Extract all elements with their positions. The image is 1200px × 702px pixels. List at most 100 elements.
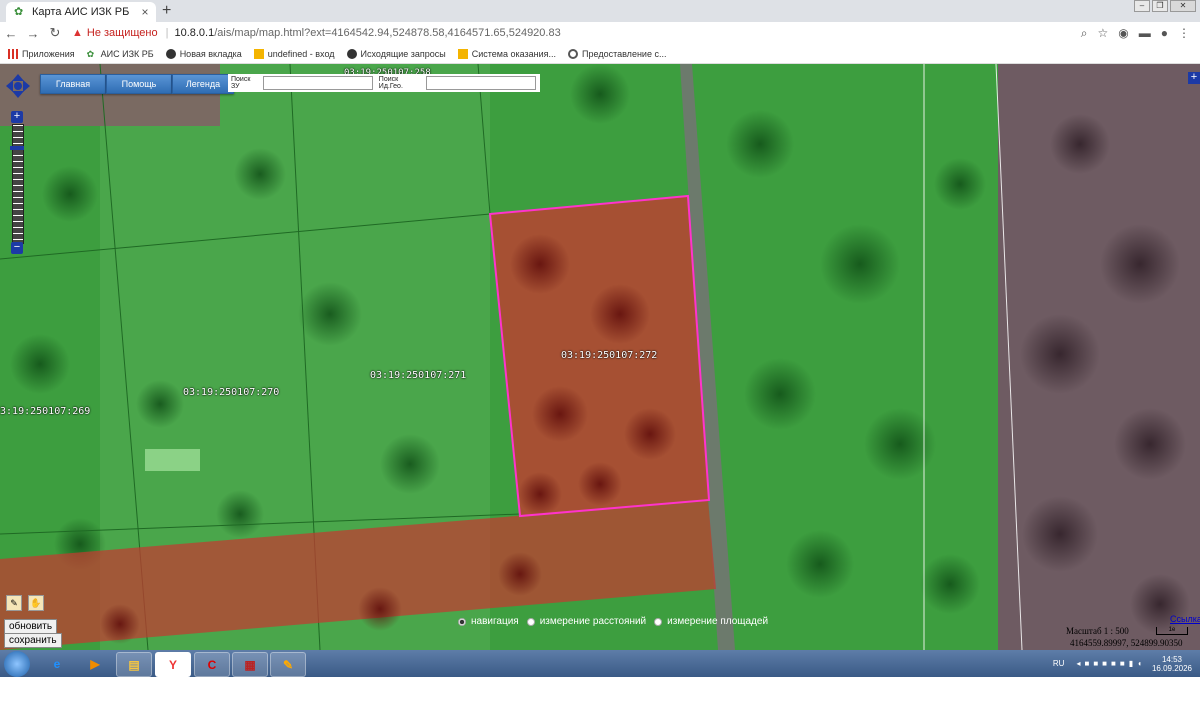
menu-home-button[interactable]: Главная [40, 74, 106, 94]
address-bar-row: ← → ↻ ▲ Не защищено | 10.8.0.1 /ais/map/… [0, 22, 1200, 44]
apps-grid-icon [8, 48, 18, 59]
start-button[interactable] [4, 651, 30, 677]
blank-area [0, 677, 1200, 702]
security-status[interactable]: Не защищено [87, 27, 158, 39]
measure-tool-icon[interactable]: ✎ [6, 595, 22, 611]
bookmark-ais[interactable]: ✿ АИС ИЗК РБ [87, 49, 154, 59]
map-canvas[interactable]: 03:19:250107:269 03:19:250107:270 03:19:… [0, 64, 1200, 650]
url-path: /ais/map/map.html?ext=4164542.94,524878.… [214, 27, 561, 39]
tray-app-icon[interactable]: ■ [1084, 659, 1089, 668]
zoom-icon[interactable]: ⌕ [1081, 26, 1088, 41]
reload-icon[interactable]: ↻ [44, 25, 66, 41]
clock-time: 14:53 [1161, 654, 1182, 664]
warning-icon: ▲ [72, 27, 83, 39]
tab-strip: ✿ Карта АИС ИЗК РБ × + – ❐ ✕ [0, 0, 1200, 22]
menu-legend-button[interactable]: Легенда [172, 74, 234, 94]
map-menu: Главная Помощь Легенда [40, 74, 234, 94]
parcel-label: 03:19:250107:272 [561, 350, 658, 361]
search-panel: Поиск ЗУ Поиск Ид.Гео. [228, 74, 540, 92]
search-zu-input[interactable] [262, 76, 373, 90]
bookmark-provision[interactable]: Предоставление с... [568, 48, 666, 59]
forward-icon[interactable]: → [22, 26, 44, 41]
url-host: 10.8.0.1 [174, 27, 215, 39]
network-icon[interactable]: ▮ [1129, 659, 1133, 668]
refresh-button[interactable]: обновить [4, 619, 58, 634]
explorer-icon[interactable]: ▤ [116, 652, 152, 677]
leaf-icon: ✿ [14, 6, 24, 18]
language-indicator[interactable]: RU [1053, 659, 1065, 668]
chrome-like-icon[interactable]: C [194, 652, 230, 677]
search-id-label: Поиск Ид.Гео. [378, 76, 403, 90]
restore-button[interactable]: ❐ [1152, 0, 1168, 12]
zoom-slider-handle[interactable] [10, 146, 24, 150]
save-button[interactable]: сохранить [4, 633, 62, 648]
tray-arrow-icon[interactable]: ◂ [1076, 659, 1080, 668]
extension-icon[interactable]: ◉ [1118, 26, 1128, 41]
tab-title: Карта АИС ИЗК РБ [32, 6, 130, 18]
volume-icon[interactable]: ◖ [1137, 659, 1142, 668]
mode-area[interactable]: измерение площадей [654, 616, 768, 627]
scale-bar: 1e [1156, 627, 1188, 635]
layer-switcher-button[interactable]: + [1188, 72, 1200, 84]
hand-tool-icon[interactable]: ✋ [28, 595, 44, 611]
tray-app-icon[interactable]: ■ [1111, 659, 1116, 668]
bookmarks-bar: Приложения ✿ АИС ИЗК РБ Новая вкладка und… [0, 44, 1200, 64]
parcel-label: 03:19:250107:271 [370, 370, 467, 381]
system-tray: RU ◂ ■ ■ ■ ■ ■ ▮ ◖ 14:53 16.09.2026 [1053, 650, 1200, 677]
yandex-icon[interactable]: Y [155, 652, 191, 677]
back-icon[interactable]: ← [0, 26, 22, 41]
map-tools: ✎ ✋ [6, 595, 44, 611]
paint-icon[interactable]: ✎ [270, 652, 306, 677]
parcel-label: 03:19:250107:269 [0, 406, 91, 417]
menu-help-button[interactable]: Помощь [106, 74, 172, 94]
divider: | [165, 27, 169, 39]
zoom-scale[interactable] [12, 124, 24, 244]
tray-app-icon[interactable]: ■ [1093, 659, 1098, 668]
extension-icon-2[interactable]: ▬ [1139, 26, 1151, 41]
close-window-button[interactable]: ✕ [1170, 0, 1196, 12]
bookmark-outgoing[interactable]: Исходящие запросы [346, 48, 446, 59]
bookmark-system[interactable]: Система оказания... [457, 48, 556, 59]
parcel-label: 03:19:250107:270 [183, 387, 280, 398]
radio-icon[interactable] [526, 617, 535, 626]
menu-icon[interactable]: ⋮ [1178, 26, 1190, 41]
zoom-in-button[interactable]: + [11, 111, 23, 123]
taskbar: e ▶ ▤ Y C ▦ ✎ RU ◂ ■ ■ ■ ■ ■ ▮ ◖ 14:53 1… [0, 650, 1200, 677]
mode-distance[interactable]: измерение расстояний [526, 616, 646, 627]
url-field[interactable]: ▲ Не защищено | 10.8.0.1 /ais/map/map.ht… [72, 24, 1081, 42]
clock-date: 16.09.2026 [1151, 663, 1192, 673]
leaf-icon: ✿ [86, 48, 95, 59]
globe-icon [568, 48, 579, 59]
cursor-coordinates: 4164559.89997, 524899.90350 [1070, 638, 1183, 648]
globe-icon [165, 48, 176, 59]
tray-app-icon[interactable]: ■ [1102, 659, 1107, 668]
radio-icon[interactable] [458, 617, 466, 626]
folder-icon [457, 48, 468, 59]
search-zu-label: Поиск ЗУ [231, 76, 251, 90]
pan-arrows-icon[interactable] [6, 74, 30, 98]
internet-explorer-icon[interactable]: e [40, 652, 74, 675]
globe-icon [346, 48, 357, 59]
search-id-input[interactable] [426, 76, 536, 90]
link-anchor[interactable]: Ссылка [1170, 614, 1200, 624]
close-tab-icon[interactable]: × [138, 5, 152, 19]
radio-icon[interactable] [654, 617, 663, 626]
bookmark-apps[interactable]: Приложения [8, 48, 75, 59]
document-app-icon[interactable]: ▦ [232, 652, 268, 677]
new-tab-button[interactable]: + [162, 2, 171, 20]
window-controls: – ❐ ✕ [1134, 0, 1196, 12]
profile-icon[interactable]: ● [1161, 26, 1168, 41]
media-player-icon[interactable]: ▶ [78, 652, 112, 675]
mode-navigation[interactable]: навигация [458, 616, 519, 627]
minimize-button[interactable]: – [1134, 0, 1150, 12]
bookmark-new-tab[interactable]: Новая вкладка [165, 48, 242, 59]
browser-tab[interactable]: ✿ Карта АИС ИЗК РБ × [6, 2, 156, 22]
mode-selector: навигация измерение расстояний измерение… [458, 616, 768, 627]
tray-app-icon[interactable]: ■ [1120, 659, 1125, 668]
zoom-out-button[interactable]: − [11, 242, 23, 254]
folder-icon [253, 48, 264, 59]
scale-text: Масштаб 1 : 500 [1066, 626, 1129, 636]
bookmark-login[interactable]: undefined - вход [253, 48, 335, 59]
star-icon[interactable]: ☆ [1098, 26, 1109, 41]
clock[interactable]: 14:53 16.09.2026 [1152, 655, 1192, 673]
